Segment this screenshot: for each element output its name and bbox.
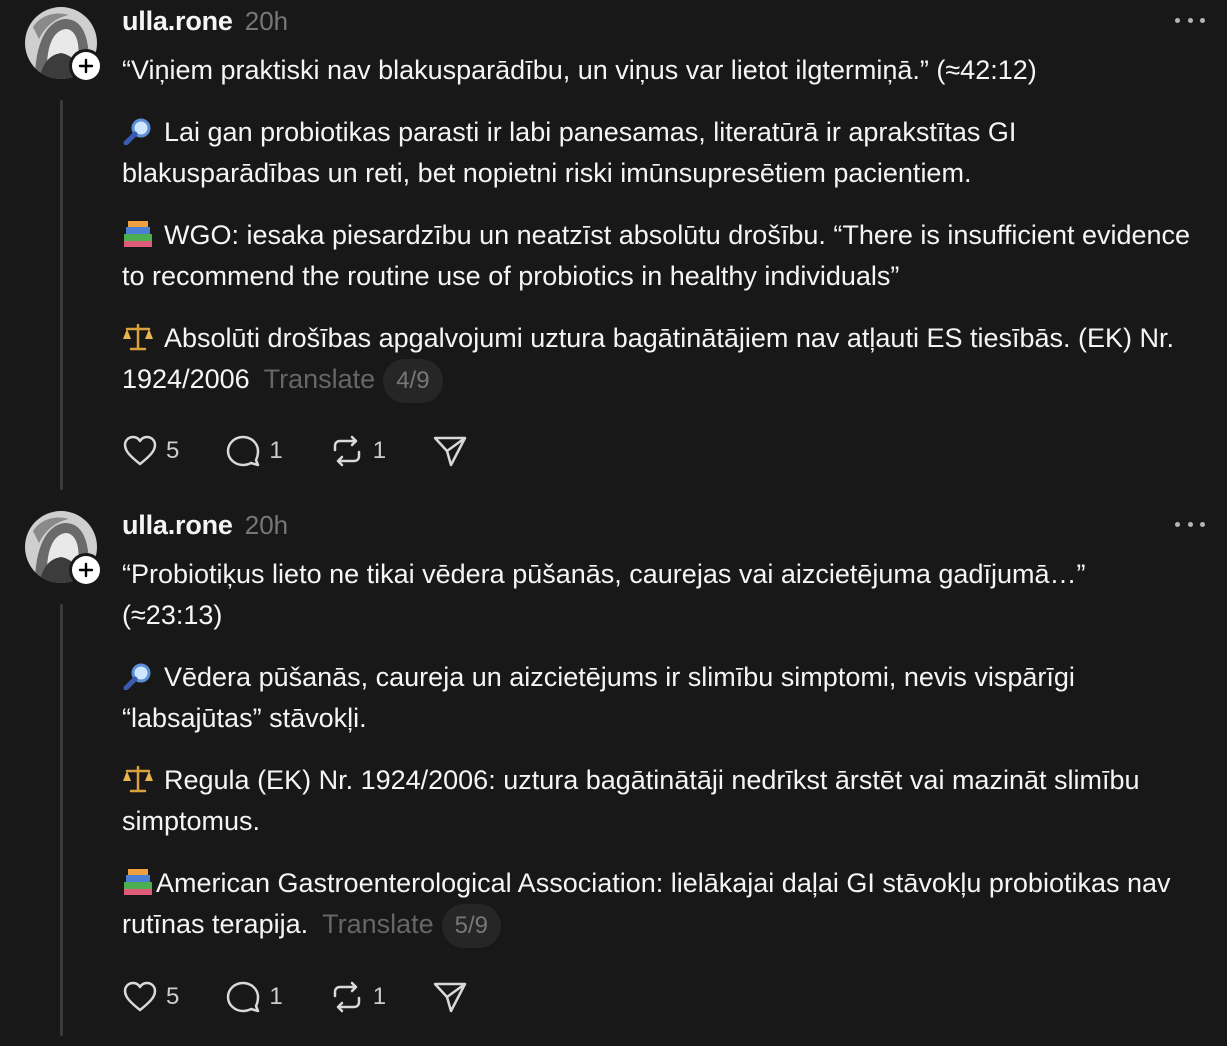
action-bar: 5 1 1 xyxy=(122,431,514,471)
paragraph-text: American Gastroenterological Association… xyxy=(122,868,1171,939)
repost-icon xyxy=(333,435,360,467)
follow-button[interactable] xyxy=(69,553,103,587)
heart-icon xyxy=(123,981,157,1012)
books-icon xyxy=(124,221,152,247)
thread-line xyxy=(60,604,63,1036)
send-icon xyxy=(433,982,467,1013)
balance-scale-icon xyxy=(123,765,153,793)
like-button[interactable]: 5 xyxy=(122,431,179,471)
post: ulla.rone 20h “Probiotiķus lieto ne tika… xyxy=(0,504,1227,1046)
magnifying-glass-icon xyxy=(123,118,151,145)
like-count: 5 xyxy=(166,437,180,464)
username[interactable]: ulla.rone xyxy=(122,510,233,541)
balance-scale-icon xyxy=(123,323,153,351)
post-body: “Viņiem praktiski nav blakusparādību, un… xyxy=(122,50,1192,424)
more-options-icon[interactable] xyxy=(1175,512,1205,536)
share-button[interactable] xyxy=(432,431,468,471)
reply-count: 1 xyxy=(269,437,283,464)
heart-icon xyxy=(123,435,157,466)
paragraph: Absolūti drošības apgalvojumi uztura bag… xyxy=(122,318,1192,403)
quote-line: “Probiotiķus lieto ne tikai vēdera pūšan… xyxy=(122,559,1086,630)
comment-icon xyxy=(227,981,260,1013)
post-header: ulla.rone 20h xyxy=(122,510,288,544)
like-button[interactable]: 5 xyxy=(122,977,179,1017)
paragraph-text: Lai gan probiotikas parasti ir labi pane… xyxy=(122,117,1017,188)
repost-count: 1 xyxy=(372,437,387,464)
like-count: 5 xyxy=(166,983,180,1010)
paragraph: Regula (EK) Nr. 1924/2006: uztura bagāti… xyxy=(122,760,1192,842)
share-button[interactable] xyxy=(432,977,468,1017)
books-icon xyxy=(124,869,152,895)
paragraph: WGO: iesaka piesardzību un neatzīst abso… xyxy=(122,215,1192,297)
translate-link[interactable]: Translate xyxy=(322,909,434,939)
paragraph-text: Regula (EK) Nr. 1924/2006: uztura bagāti… xyxy=(122,765,1140,836)
repost-icon xyxy=(333,981,360,1013)
magnifying-glass-icon xyxy=(123,663,151,690)
username[interactable]: ulla.rone xyxy=(122,6,233,37)
translate-link[interactable]: Translate xyxy=(264,364,376,394)
timestamp[interactable]: 20h xyxy=(245,6,288,37)
paragraph: American Gastroenterological Association… xyxy=(122,863,1192,948)
avatar-container[interactable] xyxy=(25,7,103,83)
avatar-container[interactable] xyxy=(25,511,103,587)
reply-count: 1 xyxy=(269,983,283,1010)
action-bar: 5 1 1 xyxy=(122,977,514,1017)
repost-button[interactable]: 1 xyxy=(329,977,386,1017)
repost-count: 1 xyxy=(372,983,387,1010)
send-icon xyxy=(433,436,467,467)
repost-button[interactable]: 1 xyxy=(329,431,386,471)
thread-line xyxy=(60,100,63,490)
post-body: “Probiotiķus lieto ne tikai vēdera pūšan… xyxy=(122,554,1192,969)
paragraph-text: Vēdera pūšanās, caureja un aizcietējums … xyxy=(122,662,1075,733)
plus-icon xyxy=(72,52,100,80)
reply-button[interactable]: 1 xyxy=(225,431,283,471)
comment-icon xyxy=(227,435,260,467)
follow-button[interactable] xyxy=(69,49,103,83)
paragraph-text: WGO: iesaka piesardzību un neatzīst abso… xyxy=(122,220,1191,291)
more-options-icon[interactable] xyxy=(1175,8,1205,32)
paragraph: Lai gan probiotikas parasti ir labi pane… xyxy=(122,112,1192,194)
thread-feed: ulla.rone 20h “Viņiem praktiski nav blak… xyxy=(0,0,1227,1046)
thread-pager-badge: 5/9 xyxy=(441,904,502,948)
plus-icon xyxy=(72,556,100,584)
post-header: ulla.rone 20h xyxy=(122,6,288,40)
quote-line: “Viņiem praktiski nav blakusparādību, un… xyxy=(122,55,1037,85)
reply-button[interactable]: 1 xyxy=(225,977,283,1017)
paragraph: Vēdera pūšanās, caureja un aizcietējums … xyxy=(122,657,1192,739)
post: ulla.rone 20h “Viņiem praktiski nav blak… xyxy=(0,0,1227,490)
timestamp[interactable]: 20h xyxy=(245,510,288,541)
thread-pager-badge: 4/9 xyxy=(383,359,443,403)
